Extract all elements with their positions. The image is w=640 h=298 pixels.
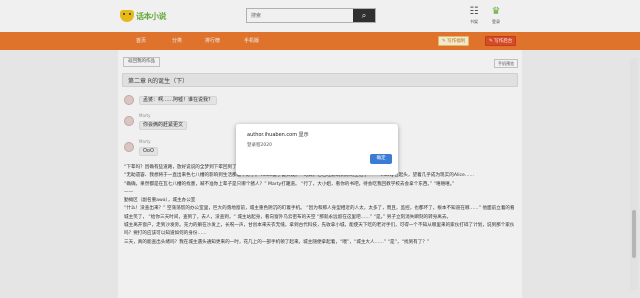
alert-dialog: author.ihuaben.com 显示 登录程2020 确定: [236, 124, 398, 175]
dialog-title: author.ihuaben.com 显示: [247, 132, 309, 138]
dialog-ok-button[interactable]: 确定: [370, 154, 392, 164]
dialog-message: 登录程2020: [247, 143, 272, 148]
